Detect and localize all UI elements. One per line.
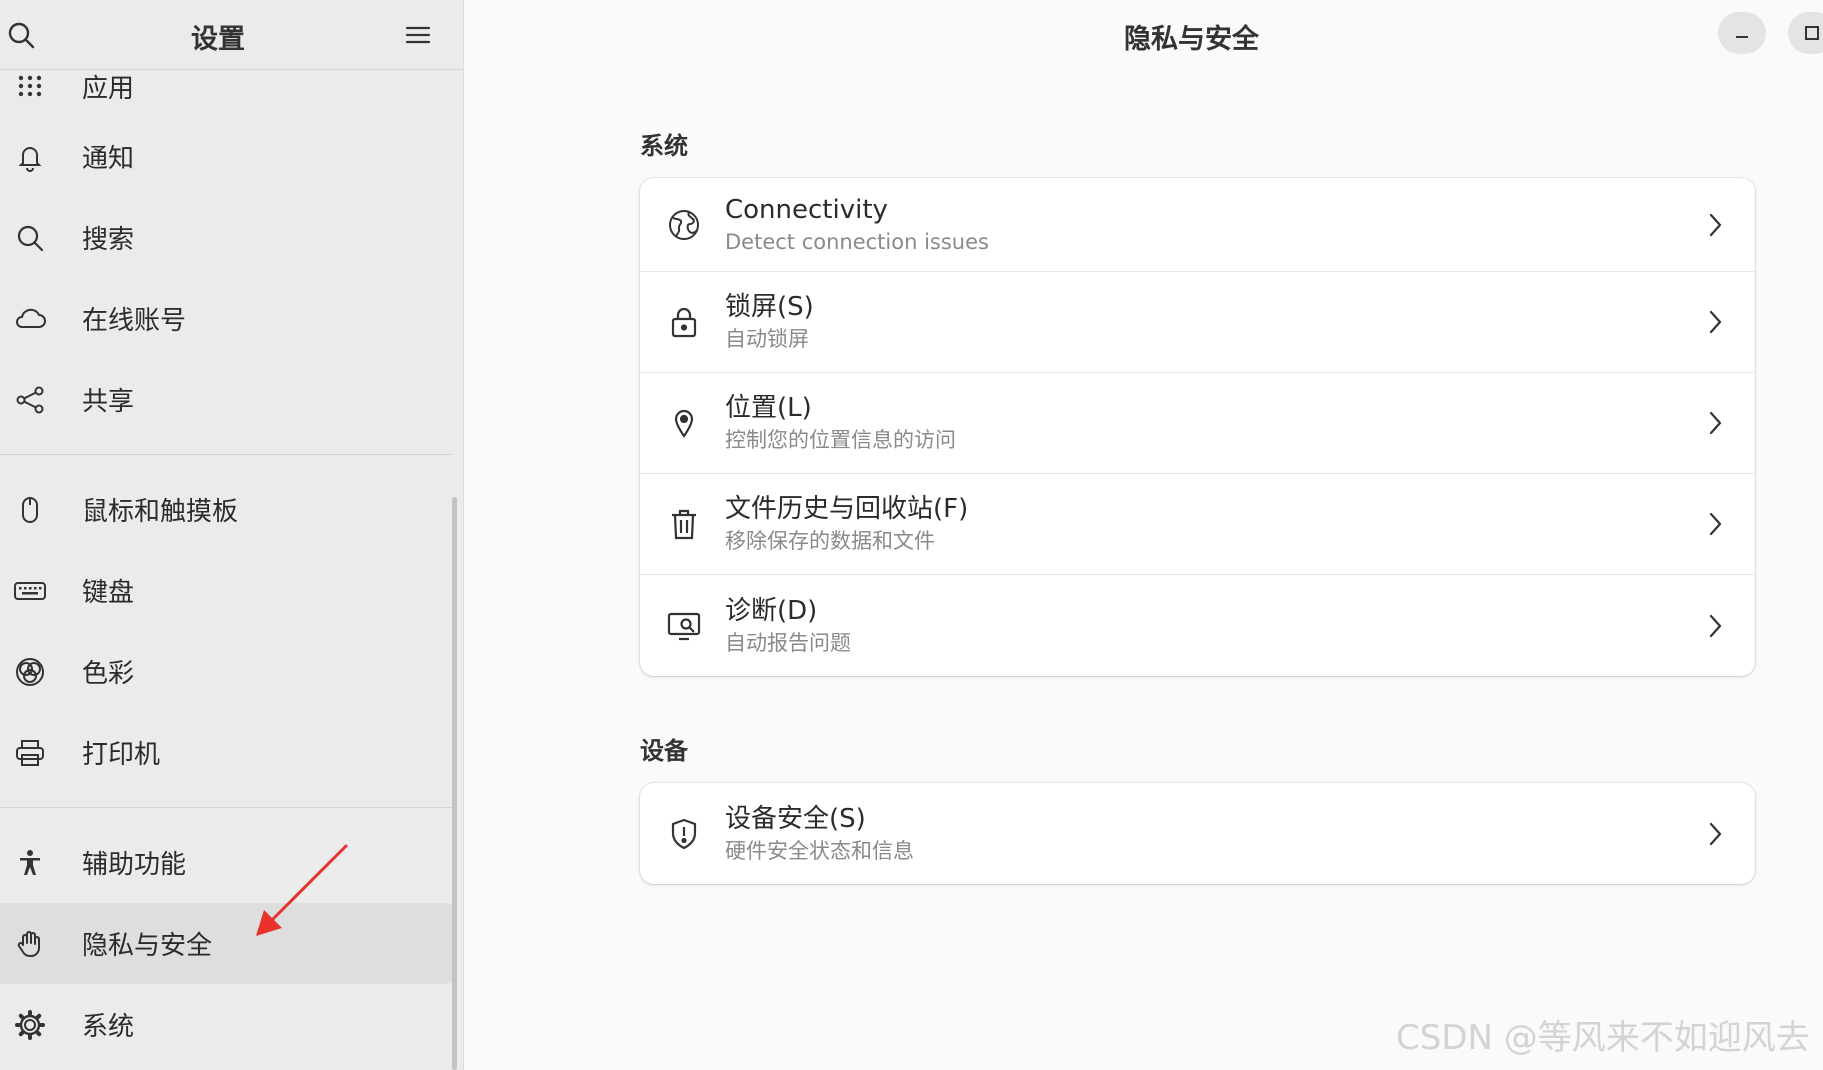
lock-icon xyxy=(666,304,702,340)
chevron-right-icon xyxy=(1709,614,1722,637)
row-text: 位置(L) 控制您的位置信息的访问 xyxy=(725,391,956,455)
chevron-right-icon xyxy=(1709,411,1722,435)
row-lock-screen[interactable]: 锁屏(S) 自动锁屏 xyxy=(640,272,1755,373)
sidebar-item-printers[interactable]: 打印机 xyxy=(0,712,455,793)
watermark: CSDN @等风来不如迎风去 xyxy=(1396,1018,1810,1058)
row-title: 文件历史与回收站(F) xyxy=(725,494,969,524)
sidebar-item-label: 搜索 xyxy=(82,225,135,255)
row-title: 诊断(D) xyxy=(725,595,818,626)
sidebar-item-privacy-security[interactable]: 隐私与安全 xyxy=(0,903,455,984)
globe-icon xyxy=(666,207,702,243)
sidebar-item-color[interactable]: 色彩 xyxy=(0,631,455,712)
trash-icon xyxy=(666,506,702,542)
row-text: 锁屏(S) 自动锁屏 xyxy=(725,290,814,354)
sidebar: 设置 应用 通知 搜索 在线账号 共享 鼠标和触摸板 键盘 色彩 打印机 辅助功… xyxy=(0,0,464,1070)
section-title-devices: 设备 xyxy=(640,737,688,765)
sidebar-item-notifications[interactable]: 通知 xyxy=(0,116,455,197)
row-text: 设备安全(S) 硬件安全状态和信息 xyxy=(725,802,914,866)
share-icon xyxy=(12,382,48,418)
keyboard-icon xyxy=(12,573,48,609)
sidebar-item-online-accounts[interactable]: 在线账号 xyxy=(0,278,455,359)
row-location[interactable]: 位置(L) 控制您的位置信息的访问 xyxy=(640,373,1755,474)
sidebar-item-label: 鼠标和触摸板 xyxy=(82,497,239,527)
maximize-icon xyxy=(1805,26,1819,40)
sidebar-title: 设置 xyxy=(191,24,245,55)
hand-icon xyxy=(12,926,48,962)
sidebar-list: 应用 通知 搜索 在线账号 共享 鼠标和触摸板 键盘 色彩 打印机 辅助功能 隐… xyxy=(0,56,455,1065)
row-title: Connectivity xyxy=(725,194,888,225)
section-title-system: 系统 xyxy=(640,132,688,160)
row-device-security[interactable]: 设备安全(S) 硬件安全状态和信息 xyxy=(640,783,1755,884)
sidebar-item-label: 辅助功能 xyxy=(82,850,187,880)
hamburger-menu-icon xyxy=(405,26,431,44)
chevron-right-icon xyxy=(1709,310,1722,334)
sidebar-menu-button[interactable] xyxy=(403,20,433,50)
cloud-icon xyxy=(12,301,48,337)
sidebar-item-keyboard[interactable]: 键盘 xyxy=(0,550,455,631)
shield-icon xyxy=(666,816,702,852)
row-text: 诊断(D) 自动报告问题 xyxy=(725,594,851,658)
sidebar-item-sharing[interactable]: 共享 xyxy=(0,359,455,440)
sidebar-item-label: 应用 xyxy=(82,73,135,104)
sidebar-item-label: 色彩 xyxy=(82,659,135,689)
main-panel: 隐私与安全 系统 Connectivity Detect connection … xyxy=(465,0,1823,1070)
page-title: 隐私与安全 xyxy=(1124,24,1259,55)
sidebar-item-system[interactable]: 系统 xyxy=(0,984,455,1065)
sidebar-item-label: 通知 xyxy=(82,144,135,174)
apps-grid-icon xyxy=(12,68,48,104)
bell-icon xyxy=(12,139,48,175)
row-subtitle: 硬件安全状态和信息 xyxy=(725,838,914,863)
sidebar-item-label: 隐私与安全 xyxy=(82,931,213,961)
minimize-button[interactable] xyxy=(1718,12,1766,54)
search-icon xyxy=(12,220,48,256)
system-settings-card: Connectivity Detect connection issues 锁屏… xyxy=(640,178,1755,676)
sidebar-item-label: 键盘 xyxy=(82,578,135,608)
sidebar-item-mouse-touchpad[interactable]: 鼠标和触摸板 xyxy=(0,469,455,550)
row-subtitle: 自动锁屏 xyxy=(725,327,809,351)
minimize-icon xyxy=(1736,36,1748,38)
device-settings-card: 设备安全(S) 硬件安全状态和信息 xyxy=(640,783,1755,884)
row-subtitle: 控制您的位置信息的访问 xyxy=(725,428,956,452)
row-diagnostics[interactable]: 诊断(D) 自动报告问题 xyxy=(640,575,1755,676)
color-icon xyxy=(12,654,48,690)
sidebar-item-label: 共享 xyxy=(82,387,135,417)
sidebar-item-apps[interactable]: 应用 xyxy=(0,56,455,116)
row-title: 位置(L) xyxy=(725,393,812,423)
sidebar-item-search[interactable]: 搜索 xyxy=(0,197,455,278)
row-subtitle: 自动报告问题 xyxy=(725,630,851,655)
row-text: 文件历史与回收站(F) 移除保存的数据和文件 xyxy=(725,492,968,556)
gear-icon xyxy=(12,1007,48,1043)
mouse-icon xyxy=(12,492,48,528)
sidebar-scrollbar[interactable] xyxy=(452,497,457,1070)
chevron-right-icon xyxy=(1709,512,1722,536)
row-text: Connectivity Detect connection issues xyxy=(725,193,989,257)
row-title: 锁屏(S) xyxy=(725,292,814,322)
sidebar-item-accessibility[interactable]: 辅助功能 xyxy=(0,822,455,903)
annotation-arrow xyxy=(256,844,348,936)
row-connectivity[interactable]: Connectivity Detect connection issues xyxy=(640,178,1755,272)
sidebar-item-label: 在线账号 xyxy=(82,306,187,336)
row-subtitle: 移除保存的数据和文件 xyxy=(725,529,935,553)
chevron-right-icon xyxy=(1709,213,1722,236)
accessibility-icon xyxy=(12,845,48,881)
row-subtitle: Detect connection issues xyxy=(725,229,989,254)
sidebar-separator xyxy=(0,454,452,455)
printer-icon xyxy=(12,735,48,771)
diagnostics-icon xyxy=(666,608,702,644)
row-title: 设备安全(S) xyxy=(725,803,866,834)
sidebar-item-label: 打印机 xyxy=(82,740,161,770)
location-pin-icon xyxy=(666,405,702,441)
maximize-button[interactable] xyxy=(1788,12,1823,54)
chevron-right-icon xyxy=(1709,822,1722,845)
row-file-history-trash[interactable]: 文件历史与回收站(F) 移除保存的数据和文件 xyxy=(640,474,1755,575)
sidebar-item-label: 系统 xyxy=(82,1012,135,1042)
sidebar-separator xyxy=(0,807,452,808)
